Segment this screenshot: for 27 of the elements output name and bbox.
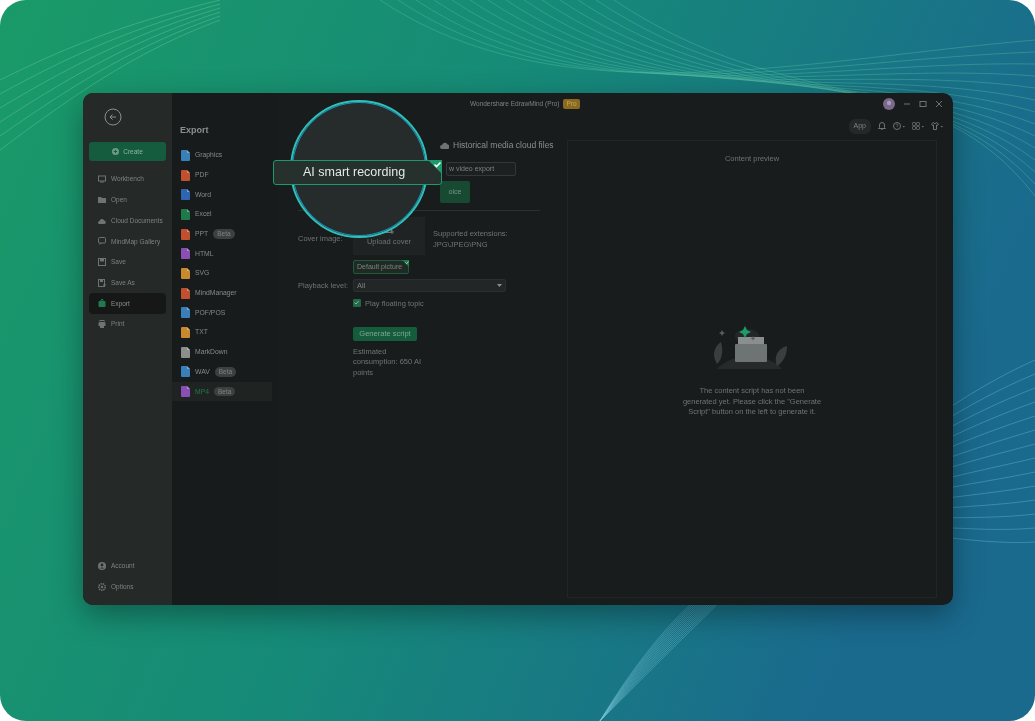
back-icon[interactable]: [104, 108, 122, 126]
account-icon: [98, 561, 106, 570]
cloud-icon: [440, 141, 449, 149]
save-icon: [98, 258, 106, 267]
panel-heading: Export: [180, 124, 210, 137]
avatar-icon[interactable]: [883, 98, 895, 110]
cloud-icon: [98, 216, 106, 225]
checkbox[interactable]: [353, 299, 361, 308]
save-as-icon: [98, 278, 106, 287]
shirt-icon[interactable]: [931, 122, 943, 131]
monitor-icon: [98, 175, 106, 184]
plus-icon: [112, 148, 120, 155]
folder-icon: [98, 196, 106, 205]
magnified-tab[interactable]: AI smart recording: [273, 160, 442, 185]
gallery-icon: [98, 237, 106, 246]
export-icon: [98, 299, 106, 308]
check-icon: [428, 160, 442, 174]
grid-icon[interactable]: [912, 122, 924, 131]
maximize-icon[interactable]: [919, 100, 927, 108]
printer-icon: [98, 320, 106, 329]
help-icon[interactable]: [893, 122, 905, 131]
caret-icon: [497, 283, 502, 287]
gear-icon: [98, 582, 106, 591]
check-icon: [402, 259, 410, 267]
close-icon[interactable]: [935, 100, 943, 108]
bell-icon[interactable]: [878, 122, 886, 131]
tab[interactable]: Historical media cloud files: [440, 139, 554, 152]
